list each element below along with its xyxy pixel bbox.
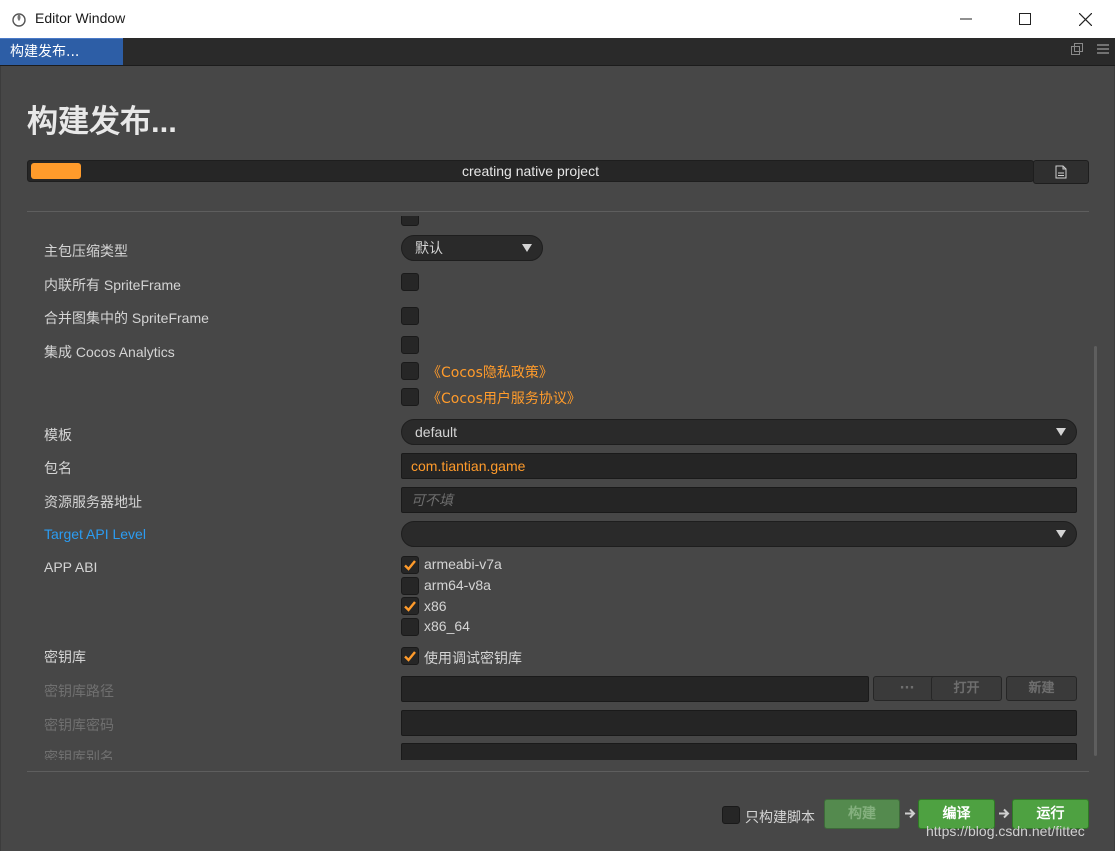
checkmark-icon (404, 601, 416, 612)
tab-tools (1071, 43, 1109, 55)
package-name-input[interactable]: com.tiantian.game (401, 453, 1077, 479)
compression-label: 主包压缩类型 (44, 243, 128, 259)
app-abi-label: APP ABI (44, 559, 98, 575)
build-button[interactable]: 构建 (824, 799, 900, 829)
chevron-down-icon (1056, 530, 1066, 538)
keystore-path-label: 密钥库路径 (44, 683, 114, 699)
window-title: Editor Window (35, 10, 126, 26)
package-name-label: 包名 (44, 460, 72, 476)
open-log-button[interactable] (1033, 160, 1089, 184)
minimize-icon (960, 18, 972, 20)
watermark-text: https://blog.csdn.net/fittec (926, 823, 1085, 839)
settings-scroll-area[interactable]: 主包压缩类型 默认 内联所有 SpriteFrame 合并图集中的 Sprite… (27, 216, 1089, 760)
checkmark-icon (404, 560, 416, 571)
target-api-level-select[interactable] (401, 521, 1077, 547)
popout-icon[interactable] (1071, 43, 1083, 55)
debug-keystore-label: 使用调试密钥库 (424, 650, 522, 666)
abi-x86-64-label: x86_64 (424, 618, 470, 634)
abi-armeabi-v7a-checkbox[interactable] (401, 556, 419, 574)
title-bar: Editor Window (0, 0, 1115, 38)
build-panel: 构建发布... creating native project 主包压缩类型 默… (1, 66, 1114, 851)
vertical-scrollbar-thumb[interactable] (1094, 346, 1097, 756)
abi-x86-64-checkbox[interactable] (401, 618, 419, 636)
maximize-button[interactable] (995, 0, 1055, 38)
privacy-policy-link[interactable]: 《Cocos隐私政策》 (427, 362, 553, 382)
abi-arm64-v8a-label: arm64-v8a (424, 577, 491, 593)
chevron-down-icon (1056, 428, 1066, 436)
menu-icon[interactable] (1097, 43, 1109, 55)
template-label: 模板 (44, 427, 72, 443)
maximize-icon (1019, 13, 1031, 25)
log-file-icon (1055, 165, 1067, 179)
arrow-right-icon (999, 808, 1010, 819)
abi-armeabi-v7a-label: armeabi-v7a (424, 556, 502, 572)
target-api-level-label: Target API Level (44, 526, 146, 542)
page-title: 构建发布... (27, 104, 177, 139)
debug-keystore-checkbox[interactable] (401, 647, 419, 665)
arrow-right-icon (905, 808, 916, 819)
divider-top (27, 211, 1089, 212)
keystore-path-input[interactable] (401, 676, 869, 702)
minimize-button[interactable] (936, 0, 996, 38)
progress-status-text: creating native project (462, 163, 599, 179)
merge-spriteframe-label: 合并图集中的 SpriteFrame (44, 310, 209, 326)
keystore-alias-input[interactable] (401, 743, 1077, 760)
compression-value: 默认 (415, 240, 443, 256)
keystore-label: 密钥库 (44, 649, 86, 665)
service-agreement-checkbox[interactable] (401, 388, 419, 406)
open-keystore-button[interactable]: 打开 (931, 676, 1002, 701)
privacy-policy-checkbox[interactable] (401, 362, 419, 380)
keystore-password-label: 密钥库密码 (44, 717, 114, 733)
merge-spriteframe-checkbox[interactable] (401, 307, 419, 325)
close-button[interactable] (1055, 0, 1115, 38)
compression-select[interactable]: 默认 (401, 235, 543, 261)
service-agreement-link[interactable]: 《Cocos用户服务协议》 (427, 388, 581, 408)
keystore-alias-label: 密钥库别名 (44, 749, 114, 760)
close-icon (1078, 12, 1092, 26)
checkmark-icon (404, 651, 416, 662)
chevron-down-icon (522, 244, 532, 252)
new-keystore-button[interactable]: 新建 (1006, 676, 1077, 701)
divider-bottom (27, 771, 1089, 772)
hidden-option-checkbox[interactable] (401, 216, 419, 226)
build-progress-bar: creating native project (27, 160, 1034, 182)
server-address-input[interactable]: 可不填 (401, 487, 1077, 513)
cocos-analytics-label: 集成 Cocos Analytics (44, 344, 175, 360)
tab-build-publish[interactable]: 构建发布... (0, 38, 123, 65)
abi-x86-checkbox[interactable] (401, 597, 419, 615)
build-script-only-checkbox[interactable] (722, 806, 740, 824)
abi-arm64-v8a-checkbox[interactable] (401, 577, 419, 595)
template-select[interactable]: default (401, 419, 1077, 445)
cocos-app-icon (12, 13, 26, 27)
template-value: default (415, 424, 458, 440)
keystore-password-input[interactable] (401, 710, 1077, 736)
inline-spriteframe-checkbox[interactable] (401, 273, 419, 291)
tab-strip: 构建发布... (0, 38, 1115, 66)
build-script-only-label: 只构建脚本 (745, 810, 815, 826)
inline-spriteframe-label: 内联所有 SpriteFrame (44, 277, 181, 293)
server-address-label: 资源服务器地址 (44, 494, 142, 510)
abi-x86-label: x86 (424, 598, 447, 614)
cocos-analytics-checkbox[interactable] (401, 336, 419, 354)
